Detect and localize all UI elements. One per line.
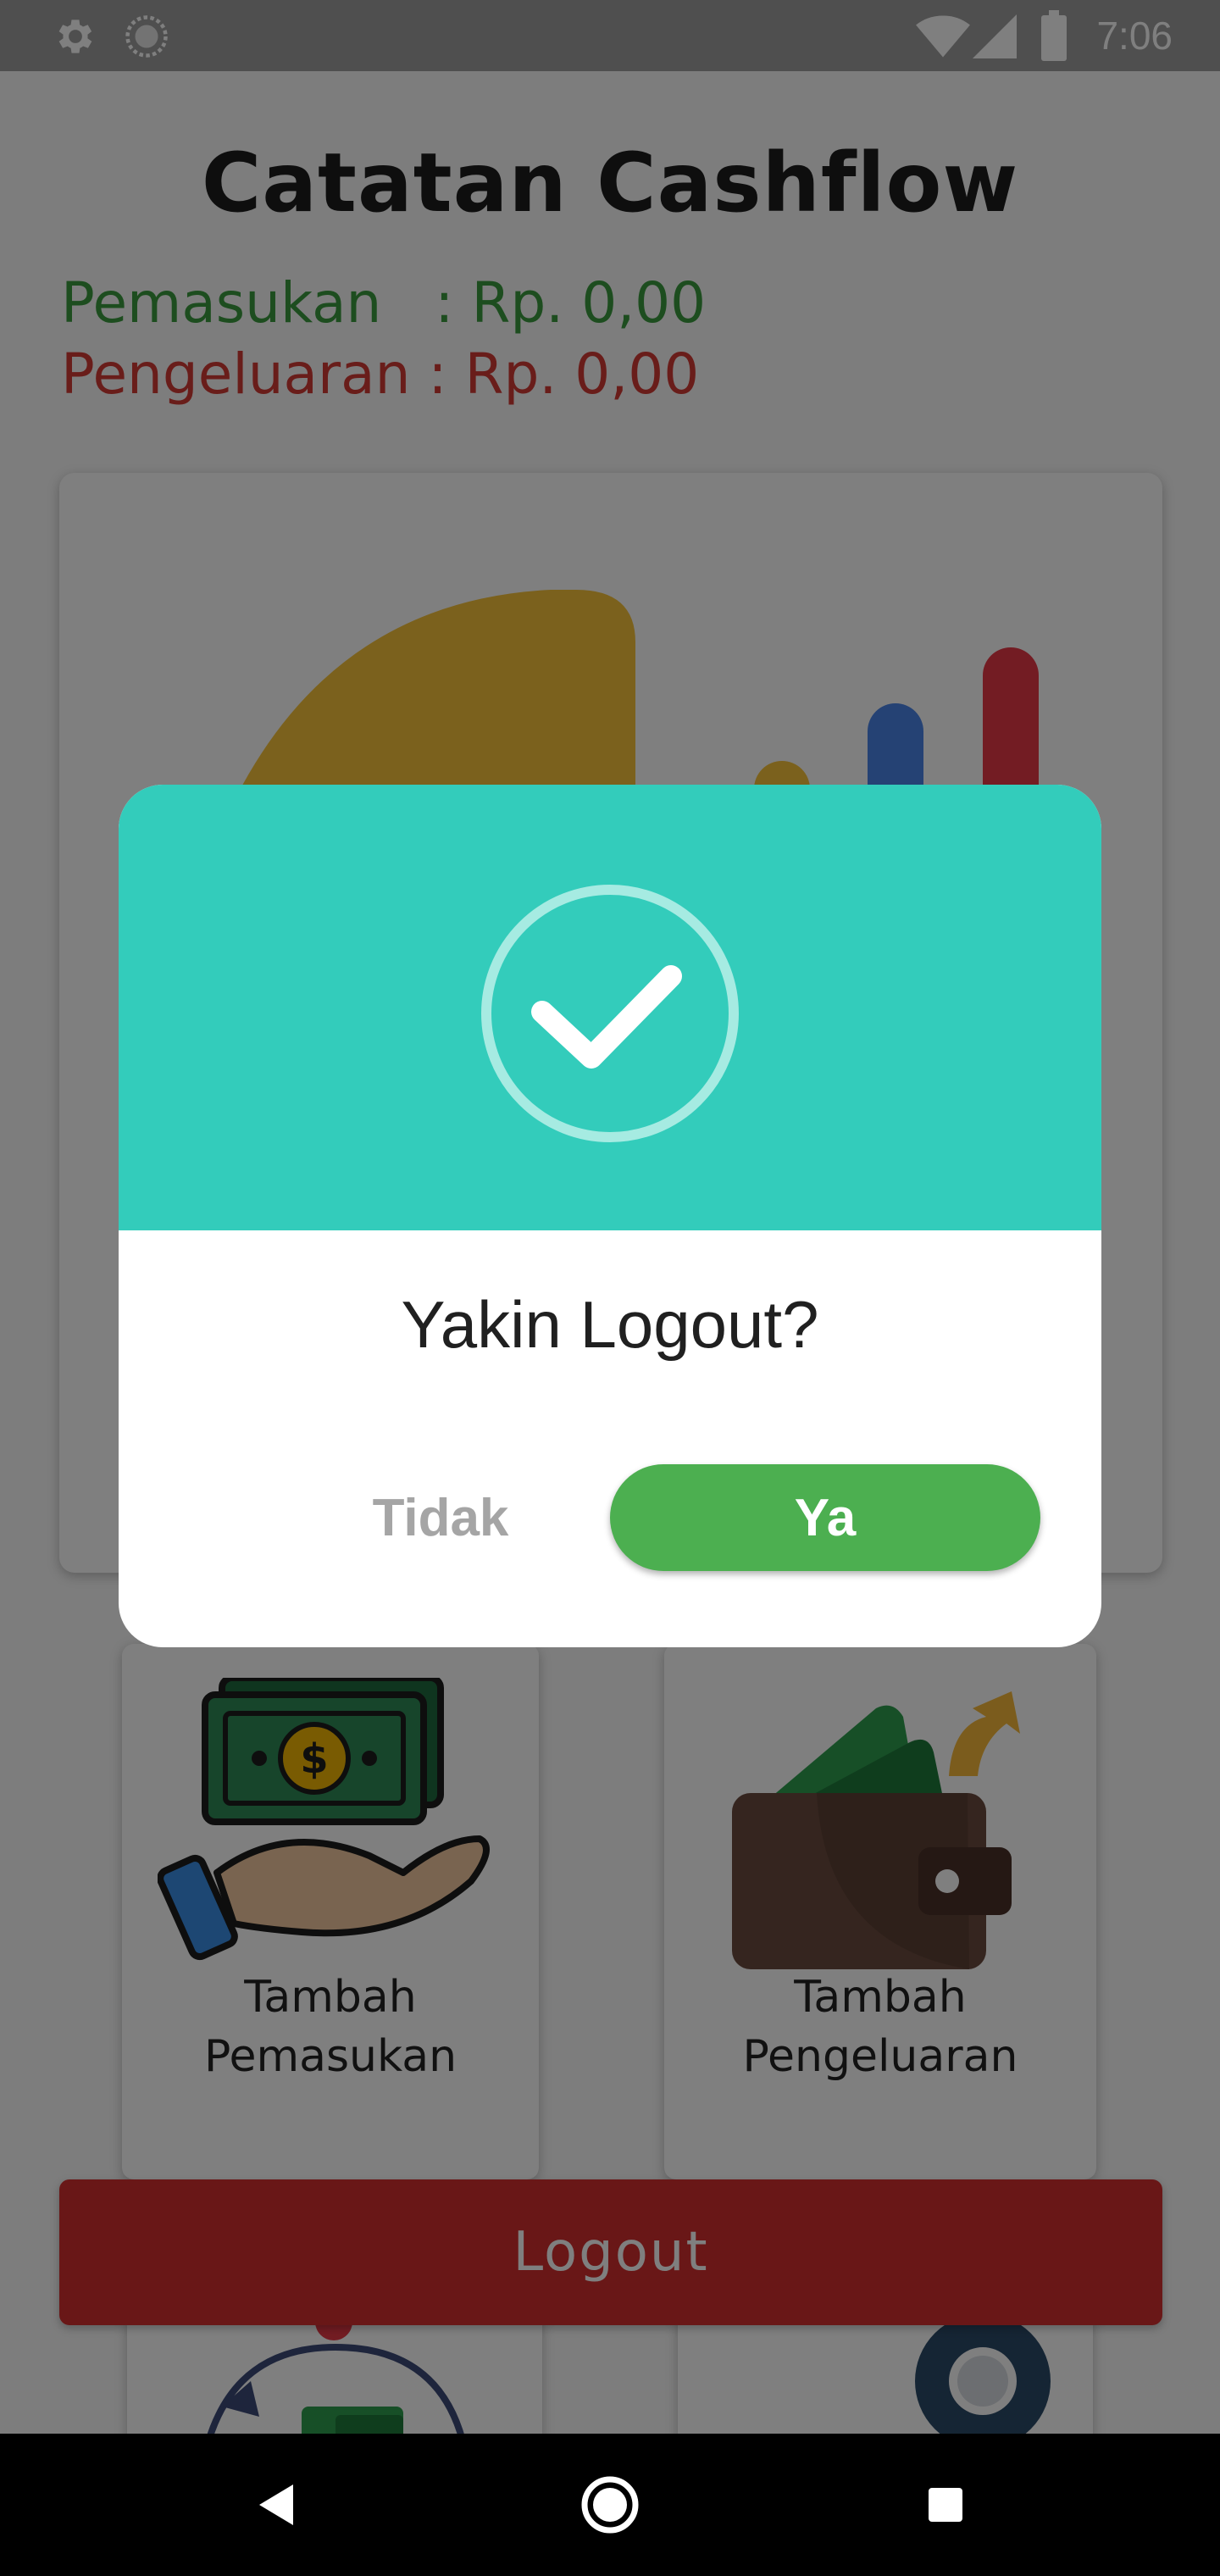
dialog-header [119, 785, 1101, 1230]
navigation-bar [0, 2434, 1220, 2576]
logout-dialog: Yakin Logout? Tidak Ya [119, 785, 1101, 1647]
recents-icon[interactable] [912, 2471, 979, 2539]
screen: 7:06 Catatan Cashflow Pemasukan : Rp. 0,… [0, 0, 1220, 2576]
cancel-button[interactable]: Tidak [119, 1464, 610, 1571]
dialog-title: Yakin Logout? [401, 1287, 819, 1362]
confirm-button[interactable]: Ya [610, 1464, 1040, 1571]
back-icon[interactable] [242, 2471, 310, 2539]
home-icon[interactable] [576, 2471, 644, 2539]
check-circle-icon [481, 885, 739, 1142]
